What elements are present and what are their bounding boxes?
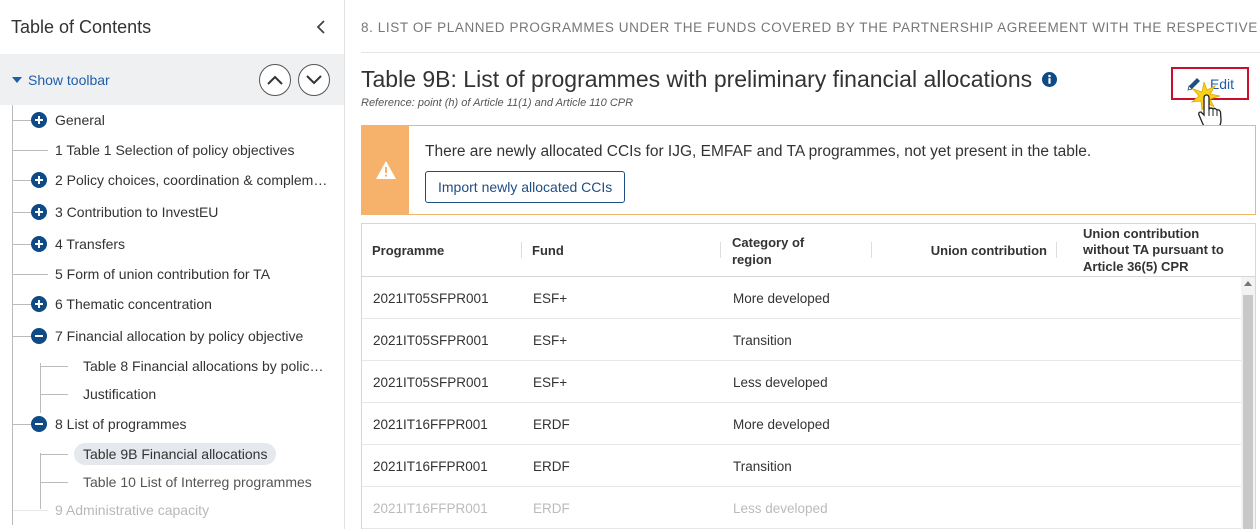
scroll-up-arrow-icon[interactable] [1244,281,1252,286]
toc-item-table1[interactable]: 1 Table 1 Selection of policy objectives [0,135,344,165]
show-toolbar-toggle[interactable]: Show toolbar [12,72,110,88]
caret-down-icon [12,76,22,83]
collapse-minus-icon [31,328,47,344]
cell-programme: 2021IT16FFPR001 [373,416,488,432]
cell-category: More developed [733,290,830,306]
app-window: Table of Contents Show toolbar General 1… [0,0,1260,529]
toc-item-label: 9 Administrative capacity [55,502,210,518]
toc-title: Table of Contents [11,16,152,37]
table-header: Programme Fund Category of region Union … [362,224,1255,277]
toc-item-table8[interactable]: Table 8 Financial allocations by polic… [0,351,344,381]
cell-programme: 2021IT05SFPR001 [373,332,489,348]
toc-item-transfers[interactable]: 4 Transfers [0,229,344,259]
alert-body: There are newly allocated CCIs for IJG, … [409,126,1091,214]
table-row[interactable]: 2021IT05SFPR001 ESF+ Less developed [362,361,1255,403]
cell-programme: 2021IT16FFPR001 [373,500,488,516]
toc-item-label: 3 Contribution to InvestEU [55,204,219,220]
cell-category: Transition [733,458,792,474]
reference-subtitle: Reference: point (h) of Article 11(1) an… [361,97,634,109]
cell-category: Less developed [733,374,828,390]
collapse-sidebar-button[interactable] [312,18,330,36]
toc-item-label: 7 Financial allocation by policy objecti… [55,328,304,344]
warning-triangle-icon [375,161,396,179]
expand-plus-icon [31,112,47,128]
toc-item-label: 5 Form of union contribution for TA [55,266,271,282]
toc-item-label: 4 Transfers [55,236,126,252]
scrollbar-thumb[interactable] [1243,295,1253,529]
column-header-union[interactable]: Union contribution [892,224,1047,277]
cell-fund: ERDF [533,500,570,516]
table-row[interactable]: 2021IT16FFPR001 ERDF Transition [362,445,1255,487]
toc-item-label: Justification [83,386,157,402]
alert-side [362,126,409,214]
toc-item-table9b[interactable]: Table 9B Financial allocations [0,439,344,469]
toc-item-label: Table 8 Financial allocations by polic… [83,358,324,374]
cell-programme: 2021IT16FFPR001 [373,458,488,474]
table-of-contents-sidebar: Table of Contents Show toolbar General 1… [0,0,345,529]
toc-item-investeu[interactable]: 3 Contribution to InvestEU [0,197,344,227]
toc-item-financial-allocation[interactable]: 7 Financial allocation by policy objecti… [0,321,344,351]
column-header-fund[interactable]: Fund [532,224,564,277]
table-row[interactable]: 2021IT16FFPR001 ERDF Less developed [362,487,1255,529]
chevron-left-icon [316,20,325,34]
chevron-down-icon [306,74,322,84]
cell-fund: ESF+ [533,332,568,348]
toc-item-label: General [55,112,105,128]
expand-plus-icon [31,172,47,188]
toc-item-admin-capacity[interactable]: 9 Administrative capacity [0,495,344,525]
toc-header: Table of Contents [0,0,344,54]
cell-programme: 2021IT05SFPR001 [373,290,489,306]
show-toolbar-label: Show toolbar [28,71,110,88]
column-header-programme[interactable]: Programme [372,224,444,277]
toc-item-label: Table 9B Financial allocations [74,443,277,465]
breadcrumb: 8. LIST OF PLANNED PROGRAMMES UNDER THE … [361,20,1258,35]
cell-fund: ERDF [533,458,570,474]
column-header-category[interactable]: Category of region [732,224,842,277]
cell-fund: ESF+ [533,374,568,390]
previous-section-button[interactable] [259,63,291,96]
expand-plus-icon [31,236,47,252]
expand-plus-icon [31,204,47,220]
toc-item-justification[interactable]: Justification [0,379,344,409]
table-body: 2021IT05SFPR001 ESF+ More developed 2021… [362,277,1255,529]
toc-item-thematic[interactable]: 6 Thematic concentration [0,289,344,319]
next-section-button[interactable] [298,63,330,96]
toc-item-table10[interactable]: Table 10 List of Interreg programmes [0,467,344,497]
page-title: Table 9B: List of programmes with prelim… [361,66,1033,92]
cell-category: Less developed [733,500,828,516]
import-ccis-button[interactable]: Import newly allocated CCIs [425,171,626,203]
toc-item-list-of-programmes[interactable]: 8 List of programmes [0,409,344,439]
table-row[interactable]: 2021IT05SFPR001 ESF+ More developed [362,277,1255,319]
info-icon[interactable] [1042,72,1058,87]
toc-item-label: 1 Table 1 Selection of policy objectives [55,142,295,158]
toc-tree: General 1 Table 1 Selection of policy ob… [0,105,344,525]
programmes-table: Programme Fund Category of region Union … [361,223,1256,529]
warning-alert: There are newly allocated CCIs for IJG, … [361,125,1256,215]
toc-nav-buttons [259,63,330,96]
toc-item-form-of-union[interactable]: 5 Form of union contribution for TA [0,259,344,289]
toc-item-label: Table 10 List of Interreg programmes [83,474,312,490]
main-content: 8. LIST OF PLANNED PROGRAMMES UNDER THE … [345,0,1260,529]
cell-fund: ESF+ [533,290,568,306]
toolbar-row: Show toolbar [0,54,344,105]
table-row[interactable]: 2021IT16FFPR001 ERDF More developed [362,403,1255,445]
toc-item-label: 6 Thematic concentration [55,296,212,312]
toc-item-label: 2 Policy choices, coordination & complem… [55,172,328,188]
cell-fund: ERDF [533,416,570,432]
column-header-union-without-ta[interactable]: Union contribution without TA pursuant t… [1083,224,1243,277]
cell-programme: 2021IT05SFPR001 [373,374,489,390]
toc-item-policy-choices[interactable]: 2 Policy choices, coordination & complem… [0,165,344,195]
chevron-up-icon [267,75,283,85]
page-title-row: Table 9B: List of programmes with prelim… [361,66,1058,93]
table-scrollbar[interactable] [1241,277,1255,529]
cell-category: More developed [733,416,830,432]
toc-item-label: 8 List of programmes [55,416,187,432]
expand-plus-icon [31,296,47,312]
toc-item-general[interactable]: General [0,105,344,135]
cell-category: Transition [733,332,792,348]
alert-message: There are newly allocated CCIs for IJG, … [425,143,1092,160]
table-row[interactable]: 2021IT05SFPR001 ESF+ Transition [362,319,1255,361]
collapse-minus-icon [31,416,47,432]
divider [361,52,1260,53]
